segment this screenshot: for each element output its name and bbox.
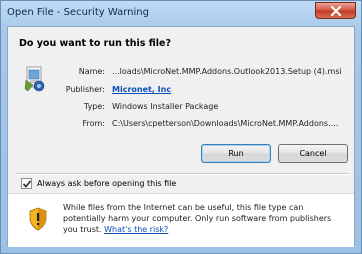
cancel-button[interactable]: Cancel — [278, 144, 348, 163]
warning-panel: While files from the Internet can be use… — [8, 193, 354, 247]
dialog-content: Do you want to run this file? Name: ...l… — [7, 26, 355, 247]
name-value: ...loads\MicroNet.MMP.Addons.Outlook2013… — [112, 67, 342, 76]
installer-file-icon — [24, 66, 45, 92]
warning-message: While files from the Internet can be use… — [63, 202, 347, 235]
from-label: From: — [82, 119, 105, 128]
security-warning-window: Open File - Security Warning Do you want… — [0, 0, 362, 254]
close-icon — [330, 5, 341, 16]
run-button[interactable]: Run — [201, 144, 271, 163]
dialog-question: Do you want to run this file? — [19, 38, 171, 49]
type-label: Type: — [83, 102, 105, 111]
title-bar[interactable]: Open File - Security Warning — [1, 1, 361, 27]
publisher-link[interactable]: Micronet, Inc — [112, 85, 171, 94]
close-button[interactable] — [315, 2, 356, 19]
publisher-label: Publisher: — [65, 85, 105, 94]
from-value: C:\Users\cpetterson\Downloads\MicroNet.M… — [112, 119, 339, 128]
always-ask-label[interactable]: Always ask before opening this file — [37, 179, 176, 188]
name-label: Name: — [78, 67, 105, 76]
type-value: Windows Installer Package — [112, 102, 219, 111]
whats-the-risk-link[interactable]: What's the risk? — [104, 225, 168, 234]
checkmark-icon — [22, 180, 32, 188]
window-title: Open File - Security Warning — [7, 7, 149, 18]
divider — [17, 173, 348, 175]
always-ask-checkbox[interactable] — [21, 178, 32, 189]
security-shield-warning-icon — [29, 207, 47, 231]
